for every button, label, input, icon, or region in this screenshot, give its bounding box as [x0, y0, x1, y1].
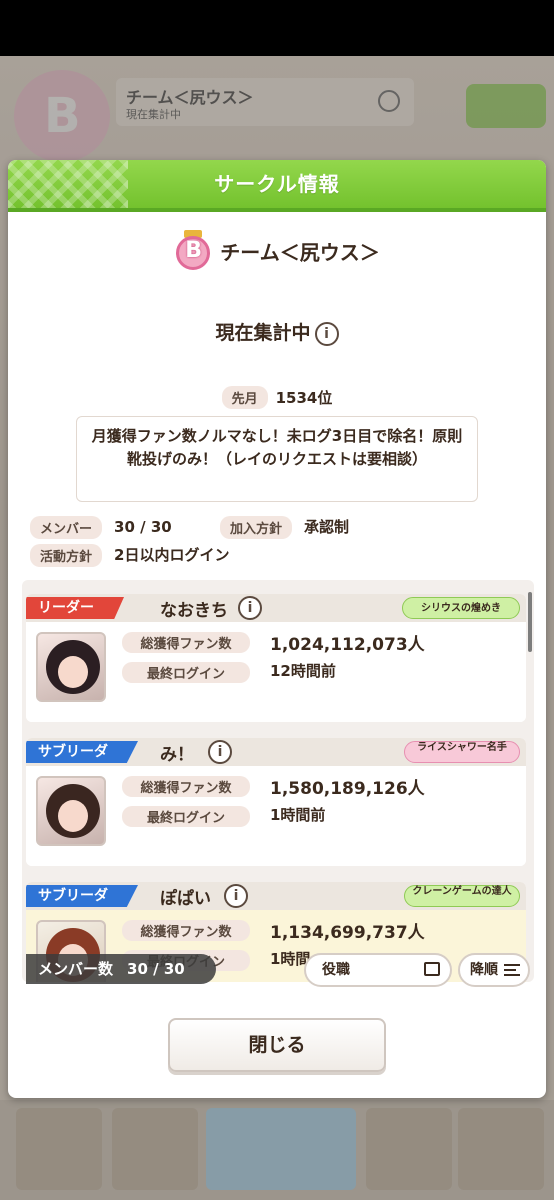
circle-name: チーム＜尻ウス＞	[220, 240, 380, 265]
member-name: み！	[160, 745, 194, 765]
circle-info-dialog: サークル情報 B チーム＜尻ウス＞ 現在集計中 i 先月 1534位 月獲得ファン数…	[8, 160, 546, 1098]
role-badge: リーダー	[26, 597, 124, 619]
member-card[interactable]: リーダー なおきち i シリウスの煌めき 総獲得ファン数 1,024,112,0…	[26, 594, 526, 722]
title-badge: クレーンゲームの達人	[404, 885, 520, 907]
members-row: メンバー 30 / 30	[30, 516, 172, 539]
last-month-label: 先月	[221, 386, 268, 409]
info-icon[interactable]: i	[208, 740, 232, 764]
activity-policy-row: 活動方針 2日以内ログイン	[30, 544, 229, 567]
circle-description: 月獲得ファン数ノルマなし！未ログ3日目で除名！原則靴投げのみ！（レイのリクエスト…	[76, 416, 478, 502]
info-icon[interactable]: i	[314, 321, 339, 346]
member-card[interactable]: サブリーダー み！ i ライスシャワー名手 総獲得ファン数 1,580,189,…	[26, 738, 526, 866]
login-value: 12時間前	[270, 662, 336, 680]
member-count-label: メンバー数	[38, 960, 114, 978]
status-row: 現在集計中 i	[8, 318, 546, 346]
close-button[interactable]: 閉じる	[168, 1018, 386, 1072]
fans-label: 総獲得ファン数	[122, 920, 250, 941]
activity-policy-value: 2日以内ログイン	[114, 546, 230, 564]
role-filter-label: 役職	[322, 962, 350, 978]
login-label: 最終ログイン	[122, 662, 250, 683]
member-list[interactable]: リーダー なおきち i シリウスの煌めき 総獲得ファン数 1,024,112,0…	[22, 580, 534, 982]
login-label: 最終ログイン	[122, 806, 250, 827]
screen: B チーム＜尻ウス＞ 現在集計中 サークル情報 B チーム＜尻ウス＞ 現在集計中…	[0, 0, 554, 1200]
fans-value: 1,580,189,126人	[270, 779, 425, 799]
circle-name-row: B チーム＜尻ウス＞	[8, 230, 546, 270]
fans-value: 1,024,112,073人	[270, 635, 425, 655]
status-bar	[0, 0, 554, 56]
role-badge: サブリーダー	[26, 741, 138, 763]
activity-policy-label: 活動方針	[30, 544, 103, 567]
last-month-row: 先月 1534位	[8, 386, 546, 409]
avatar	[36, 632, 106, 702]
join-policy-row: 加入方針 承認制	[220, 516, 349, 539]
dialog-title: サークル情報	[214, 172, 340, 196]
role-filter-button[interactable]: 役職	[304, 953, 452, 987]
info-icon[interactable]: i	[238, 596, 262, 620]
member-count-badge: メンバー数 30 / 30	[26, 954, 216, 984]
fans-label: 総獲得ファン数	[122, 776, 250, 797]
sort-order-label: 降順	[470, 962, 498, 978]
sort-order-button[interactable]: 降順	[458, 953, 530, 987]
members-value: 30 / 30	[114, 518, 172, 536]
role-badge: サブリーダー	[26, 885, 138, 907]
title-badge: ライスシャワー名手	[404, 741, 520, 763]
sort-icon	[504, 964, 520, 976]
rank-badge-icon: B	[174, 230, 214, 270]
window-icon	[424, 962, 440, 976]
join-policy-value: 承認制	[304, 518, 350, 536]
members-label: メンバー	[30, 516, 103, 539]
list-scrollbar[interactable]	[528, 592, 532, 652]
join-policy-label: 加入方針	[220, 516, 293, 539]
status-text: 現在集計中	[215, 322, 311, 344]
title-badge: シリウスの煌めき	[402, 597, 520, 619]
last-month-value: 1534位	[275, 389, 333, 407]
fans-value: 1,134,699,737人	[270, 923, 425, 943]
login-value: 1時間前	[270, 806, 326, 824]
member-count-value: 30 / 30	[127, 960, 185, 978]
member-name: なおきち	[160, 601, 228, 621]
info-icon[interactable]: i	[224, 884, 248, 908]
fans-label: 総獲得ファン数	[122, 632, 250, 653]
member-name: ぽぱい	[160, 889, 211, 909]
dialog-header: サークル情報	[8, 160, 546, 208]
avatar	[36, 776, 106, 846]
